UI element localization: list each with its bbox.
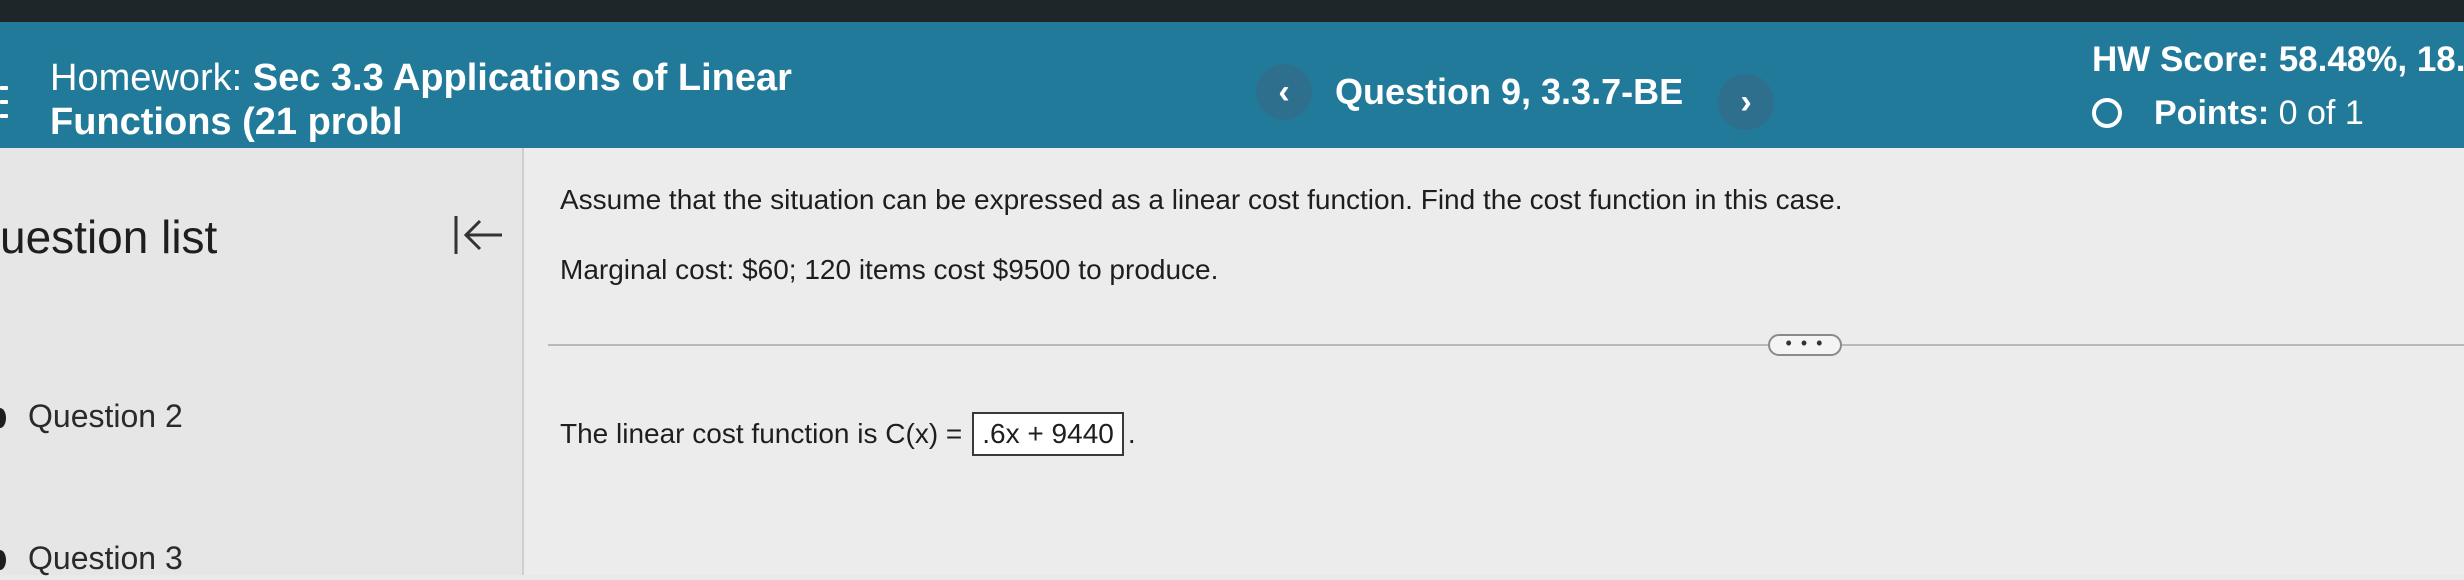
question-given: Marginal cost: $60; 120 items cost $9500… xyxy=(560,254,1219,285)
question-content: Assume that the situation can be express… xyxy=(524,148,2464,575)
question-list-item-label: Question 2 xyxy=(28,398,183,434)
answer-row: The linear cost function is C(x) = .6x + … xyxy=(560,412,1136,460)
question-list-item[interactable]: Question 2 xyxy=(0,398,300,438)
question-title: Question 9, 3.3.7-BE xyxy=(1335,71,1684,112)
next-question-button[interactable]: › xyxy=(1718,74,1774,130)
answer-prefix: The linear cost function is C(x) = xyxy=(560,418,963,449)
answer-input[interactable]: .6x + 9440 xyxy=(972,412,1124,456)
answer-suffix: . xyxy=(1127,418,1136,449)
question-instruction: Assume that the situation can be express… xyxy=(560,184,1843,215)
points-label: Points: xyxy=(2154,94,2270,132)
assignment-header: Homework: Sec 3.3 Applications of Linear… xyxy=(0,22,2464,148)
question-status-dot xyxy=(0,408,6,428)
question-list-title: uestion list xyxy=(0,211,218,263)
menu-icon[interactable] xyxy=(0,86,10,130)
previous-question-button[interactable]: ‹ xyxy=(1256,64,1312,120)
points-value: 0 of 1 xyxy=(2278,94,2364,132)
question-list-item[interactable]: Question 3 xyxy=(0,540,300,580)
content-divider xyxy=(548,344,2464,346)
question-list-item-label: Question 3 xyxy=(28,540,183,576)
more-options-button[interactable]: • • • xyxy=(1768,334,1842,356)
homework-label: Homework: xyxy=(50,57,243,99)
top-strip xyxy=(0,0,2464,22)
question-status-dot xyxy=(0,550,6,570)
hw-score: HW Score: 58.48%, 18.7 xyxy=(2092,40,2464,79)
question-list-panel: uestion list Question 2 Question 3 xyxy=(0,148,524,576)
progress-circle-icon xyxy=(2092,98,2122,128)
homework-title: Homework: Sec 3.3 Applications of Linear… xyxy=(50,56,850,144)
collapse-panel-icon[interactable] xyxy=(452,210,506,260)
